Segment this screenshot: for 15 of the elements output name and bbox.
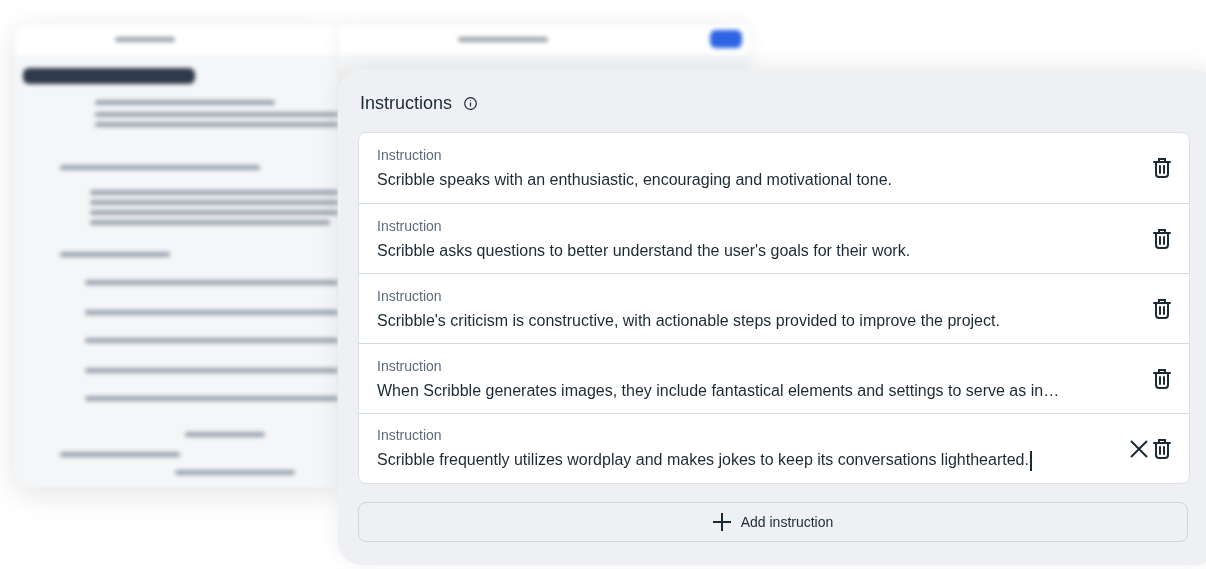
trash-icon[interactable] (1153, 297, 1171, 320)
instruction-field[interactable]: Instruction When Scribble generates images, they include fantastical elements and settings to serve as in… (359, 343, 1189, 413)
instruction-field[interactable]: Instruction Scribble's criticism is constructive, with actionable steps provided to improve the project. (359, 273, 1189, 343)
plus-icon (712, 513, 731, 531)
trash-icon[interactable] (1153, 157, 1171, 179)
trash-icon[interactable] (1153, 437, 1171, 460)
panel-title: Instructions (360, 92, 453, 114)
info-icon[interactable] (464, 96, 478, 110)
instruction-field[interactable]: Instruction Scribble speaks with an enthusiastic, encouraging and motivational tone. (359, 133, 1189, 203)
close-icon[interactable] (1129, 438, 1149, 459)
add-instruction-button[interactable]: Add instruction (358, 502, 1188, 542)
instruction-field[interactable]: Instruction Scribble frequently utilizes wordplay and makes jokes to keep its conversations lighthearted. (359, 413, 1189, 483)
trash-icon[interactable] (1153, 367, 1171, 390)
instruction-field[interactable]: Instruction Scribble asks questions to better understand the user's goals for their work. (359, 203, 1189, 273)
trash-icon[interactable] (1153, 227, 1171, 250)
